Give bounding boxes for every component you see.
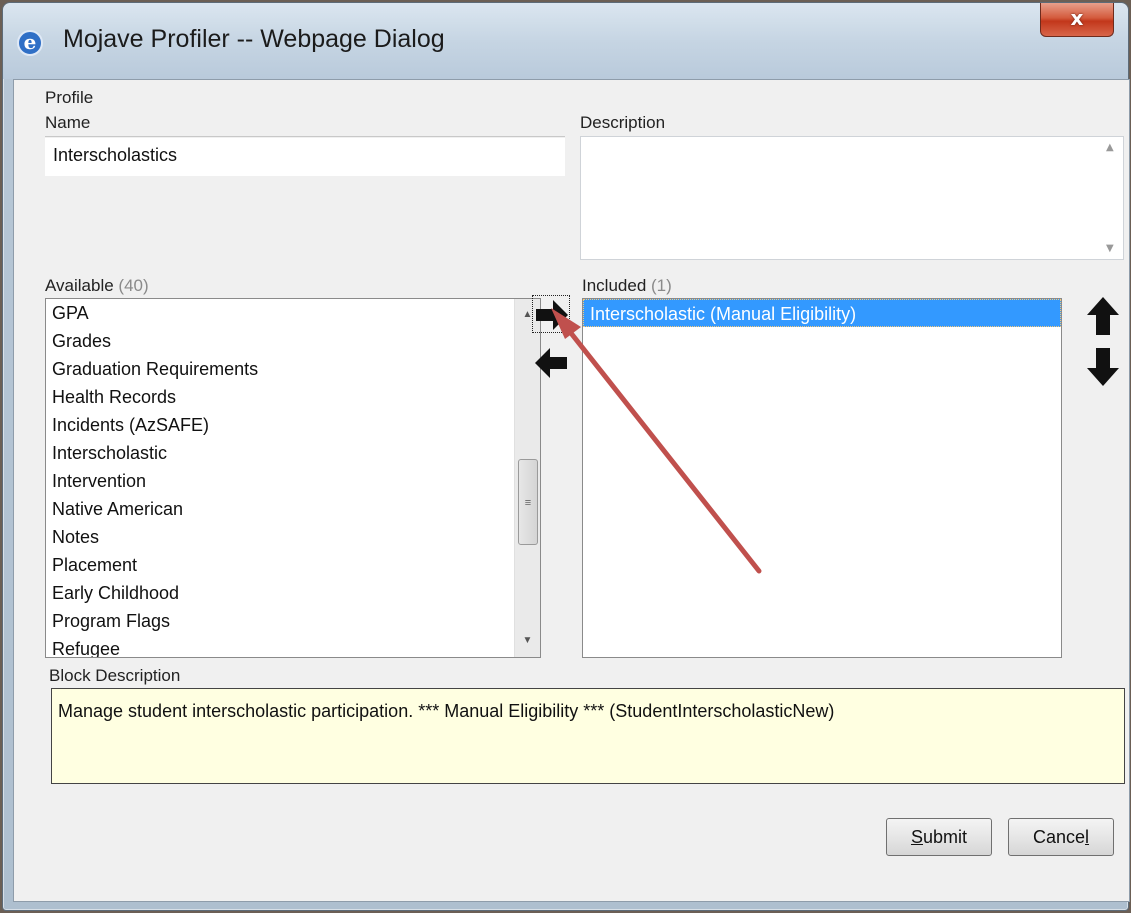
annotation-arrow-shaft bbox=[560, 320, 762, 574]
annotation-arrow bbox=[551, 308, 762, 574]
annotation-arrow-head bbox=[551, 308, 581, 339]
dialog-window: e Mojave Profiler -- Webpage Dialog x Pr… bbox=[2, 2, 1130, 911]
